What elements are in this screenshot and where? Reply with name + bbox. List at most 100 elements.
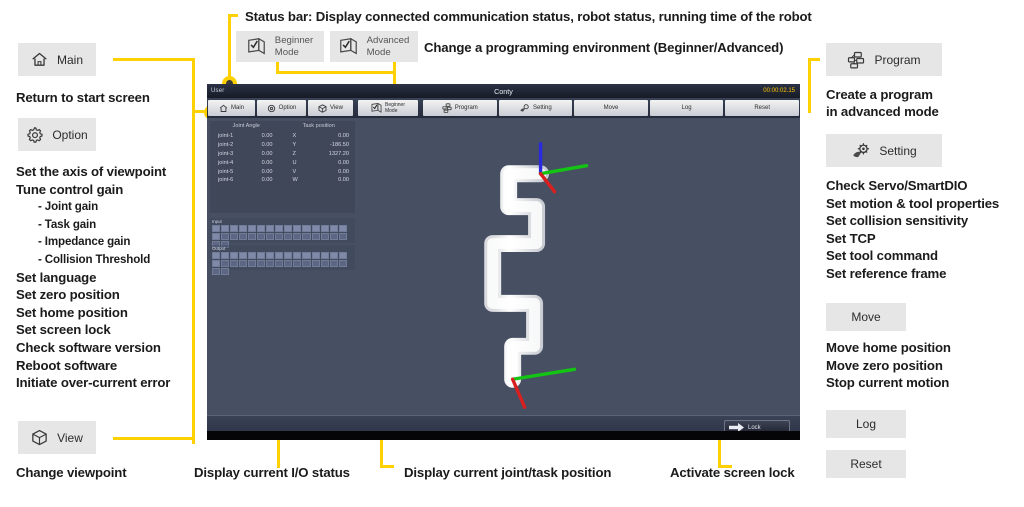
io-cell[interactable] [275,232,284,240]
io-cell[interactable] [320,259,329,267]
io-cell[interactable] [229,251,238,259]
io-cell[interactable] [266,224,275,232]
toolbar-button-setting[interactable]: Setting [498,100,573,116]
table-row[interactable]: joint-2 0.00 Y -186.50 [210,141,355,150]
io-cell[interactable] [266,232,275,240]
io-cell[interactable] [247,259,256,267]
io-cell[interactable] [311,259,320,267]
io-cell[interactable] [275,224,284,232]
io-cell[interactable] [320,251,329,259]
io-cell[interactable] [256,232,266,240]
io-cell[interactable] [238,251,247,259]
toolbar-button-option[interactable]: Option [257,100,306,116]
toolbar-button-move[interactable]: Move [574,100,648,116]
io-cell[interactable] [220,267,229,275]
toolbar-button-main[interactable]: Main [208,100,255,116]
io-cell[interactable] [220,251,229,259]
toolbar-button-reset[interactable]: Reset [725,100,799,116]
toolbar-reset-label: Reset [754,105,771,111]
io-cell[interactable] [220,224,229,232]
io-cell[interactable] [284,259,293,267]
io-cell[interactable] [320,224,329,232]
io-cell[interactable] [275,251,284,259]
joint-name: joint-2 [218,142,234,149]
io-cell[interactable] [275,259,284,267]
io-cell[interactable] [229,224,238,232]
legend-beginner-mode-label: Beginner Mode [274,35,314,58]
table-row[interactable]: joint-4 0.00 U 0.00 [210,158,355,167]
io-cell[interactable] [338,251,347,259]
legend-log-button[interactable]: Log [826,410,906,438]
device-screenshot: User Conty 00:00:02.15 Main Option View … [207,84,800,440]
io-cell[interactable] [329,259,338,267]
io-cell[interactable] [211,232,220,240]
io-cell[interactable] [293,224,302,232]
io-cell[interactable] [229,259,238,267]
table-row[interactable]: joint-6 0.00 W 0.00 [210,176,355,185]
legend-option-button[interactable]: Option [18,118,96,151]
io-cell[interactable] [320,232,329,240]
callout-line [808,58,811,113]
io-cell[interactable] [311,251,320,259]
io-cell[interactable] [238,224,247,232]
toolbar-button-view[interactable]: View [308,100,353,116]
io-cell[interactable] [211,224,220,232]
io-cell[interactable] [338,259,347,267]
move-items-list: Move home position Move zero position St… [826,339,951,392]
robot-3d-viewport[interactable] [359,121,798,412]
io-cell[interactable] [256,259,266,267]
legend-main-button[interactable]: Main [18,43,96,76]
io-cell[interactable] [302,224,311,232]
legend-advanced-mode-button[interactable]: Advanced Mode [330,31,418,62]
legend-move-button[interactable]: Move [826,303,906,331]
legend-view-button[interactable]: View [18,421,96,454]
io-cell[interactable] [338,224,347,232]
io-cell[interactable] [329,224,338,232]
io-cell[interactable] [302,251,311,259]
legend-beginner-mode-button[interactable]: Beginner Mode [236,31,324,62]
table-row[interactable]: joint-1 0.00 X 0.00 [210,132,355,141]
io-cell[interactable] [293,251,302,259]
io-cell[interactable] [329,251,338,259]
io-cell[interactable] [302,259,311,267]
io-cell[interactable] [338,232,347,240]
io-cell[interactable] [284,224,293,232]
io-cell[interactable] [247,251,256,259]
io-panel-output[interactable]: Output [210,245,355,275]
io-cell[interactable] [238,259,247,267]
io-cell[interactable] [284,232,293,240]
io-cell[interactable] [311,232,320,240]
io-cell[interactable] [256,251,266,259]
toolbar-button-log[interactable]: Log [649,100,724,116]
io-cell[interactable] [238,232,247,240]
legend-setting-button[interactable]: Setting [826,134,942,167]
io-cell[interactable] [311,224,320,232]
legend-program-button[interactable]: Program [826,43,942,76]
legend-reset-button[interactable]: Reset [826,450,906,478]
io-cell[interactable] [220,232,229,240]
checklist-icon [339,38,358,55]
joint-value: 0.00 [261,133,273,140]
io-cell[interactable] [266,259,275,267]
io-cell[interactable] [266,251,275,259]
io-cell[interactable] [247,232,256,240]
position-table: Joint Angle Task position joint-1 0.00 X… [210,121,355,185]
io-cell[interactable] [211,267,220,275]
io-panel-input[interactable]: Input [210,218,355,248]
table-row[interactable]: joint-5 0.00 V 0.00 [210,167,355,176]
io-cell[interactable] [256,224,266,232]
io-cell[interactable] [247,224,256,232]
io-cell[interactable] [293,232,302,240]
io-cell[interactable] [302,232,311,240]
io-cell[interactable] [229,232,238,240]
io-cell[interactable] [293,259,302,267]
io-cell[interactable] [211,259,220,267]
table-row[interactable]: joint-3 0.00 Z 1327.20 [210,150,355,159]
toolbar-button-program[interactable]: Program [423,100,497,116]
io-cell[interactable] [211,251,220,259]
io-cell[interactable] [329,232,338,240]
io-cell[interactable] [220,259,229,267]
toolbar-button-mode[interactable]: Beginner Mode [358,100,418,116]
joint-value: 0.00 [261,142,273,149]
io-cell[interactable] [284,251,293,259]
